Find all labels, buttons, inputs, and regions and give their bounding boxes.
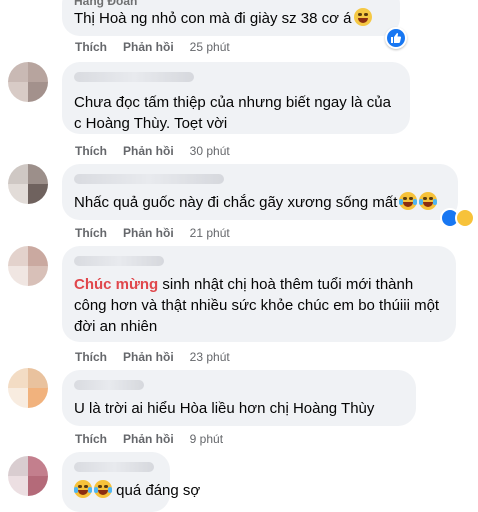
avatar[interactable] — [8, 246, 48, 286]
like-button[interactable]: Thích — [75, 40, 107, 54]
comment-bubble: U là trời ai hiểu Hòa liều hơn chị Hoàng… — [62, 370, 416, 426]
reply-button[interactable]: Phản hồi — [123, 144, 174, 158]
reply-button[interactable]: Phản hồi — [123, 226, 174, 240]
comment-bubble: Hằng Đoàn Thị Hoà ng nhỏ con mà đi giày … — [62, 0, 400, 36]
commenter-name[interactable] — [74, 462, 154, 472]
like-button[interactable]: Thích — [75, 432, 107, 446]
comment-text: Nhấc quả guốc này đi chắc gãy xương sống… — [74, 192, 446, 213]
comment-text: U là trời ai hiểu Hòa liều hơn chị Hoàng… — [74, 400, 375, 417]
like-button[interactable]: Thích — [75, 226, 107, 240]
like-button[interactable]: Thích — [75, 144, 107, 158]
comment-actions: Thích Phản hồi 30 phút — [75, 144, 230, 158]
commenter-name[interactable]: Hằng Đoàn — [74, 0, 388, 8]
comment-text: Thị Hoà ng nhỏ con mà đi giày sz 38 cơ á — [74, 8, 388, 29]
reply-button[interactable]: Phản hồi — [123, 432, 174, 446]
avatar[interactable] — [8, 164, 48, 204]
highlighted-text: Chúc mừng — [74, 276, 159, 293]
laughing-tears-emoji — [399, 192, 418, 210]
like-reaction-icon[interactable] — [385, 27, 407, 49]
laughing-tears-emoji — [419, 192, 438, 210]
commenter-name[interactable] — [74, 72, 194, 82]
comment-bubble: Nhấc quả guốc này đi chắc gãy xương sống… — [62, 164, 458, 220]
commenter-name[interactable] — [74, 380, 144, 390]
like-button[interactable]: Thích — [75, 350, 107, 364]
comment-actions: Thích Phản hồi 23 phút — [75, 350, 230, 364]
comment-actions: Thích Phản hồi 21 phút — [75, 226, 230, 240]
comment-actions: Thích Phản hồi 25 phút — [75, 40, 230, 54]
comment-actions: Thích Phản hồi 9 phút — [75, 432, 223, 446]
comment-timestamp[interactable]: 21 phút — [190, 226, 230, 240]
comment-text-content: Thị Hoà ng nhỏ con mà đi giày sz 38 cơ á — [74, 10, 352, 27]
like-haha-reaction-icon[interactable] — [440, 208, 475, 228]
rofl-emoji — [94, 480, 112, 498]
comment-timestamp[interactable]: 30 phút — [190, 144, 230, 158]
commenter-name[interactable] — [74, 256, 164, 266]
reply-button[interactable]: Phản hồi — [123, 40, 174, 54]
comment-bubble: Chúc mừng sinh nhật chị hoà thêm tuổi mớ… — [62, 246, 456, 342]
comment-text: Chúc mừng sinh nhật chị hoà thêm tuổi mớ… — [74, 274, 444, 337]
comment-timestamp[interactable]: 25 phút — [190, 40, 230, 54]
comment-timestamp[interactable]: 9 phút — [190, 432, 223, 446]
rofl-emoji — [74, 480, 92, 498]
comment-timestamp[interactable]: 23 phút — [190, 350, 230, 364]
flushed-smile-emoji — [353, 8, 372, 26]
haha-icon — [455, 208, 475, 228]
comment-text-content: Nhấc quả guốc này đi chắc gãy xương sống… — [74, 194, 398, 211]
avatar[interactable] — [8, 368, 48, 408]
comment-text: quá đáng sợ — [74, 480, 200, 501]
comment-bubble: quá đáng sợ — [62, 452, 200, 512]
reply-button[interactable]: Phản hồi — [123, 350, 174, 364]
commenter-name[interactable] — [74, 174, 224, 184]
comment-text-content: quá đáng sợ — [116, 482, 201, 499]
avatar[interactable] — [8, 456, 48, 496]
avatar[interactable] — [8, 62, 48, 102]
comment-bubble: Chưa đọc tấm thiệp của nhưng biết ngay l… — [62, 62, 410, 134]
comment-text: Chưa đọc tấm thiệp của nhưng biết ngay l… — [74, 94, 391, 132]
